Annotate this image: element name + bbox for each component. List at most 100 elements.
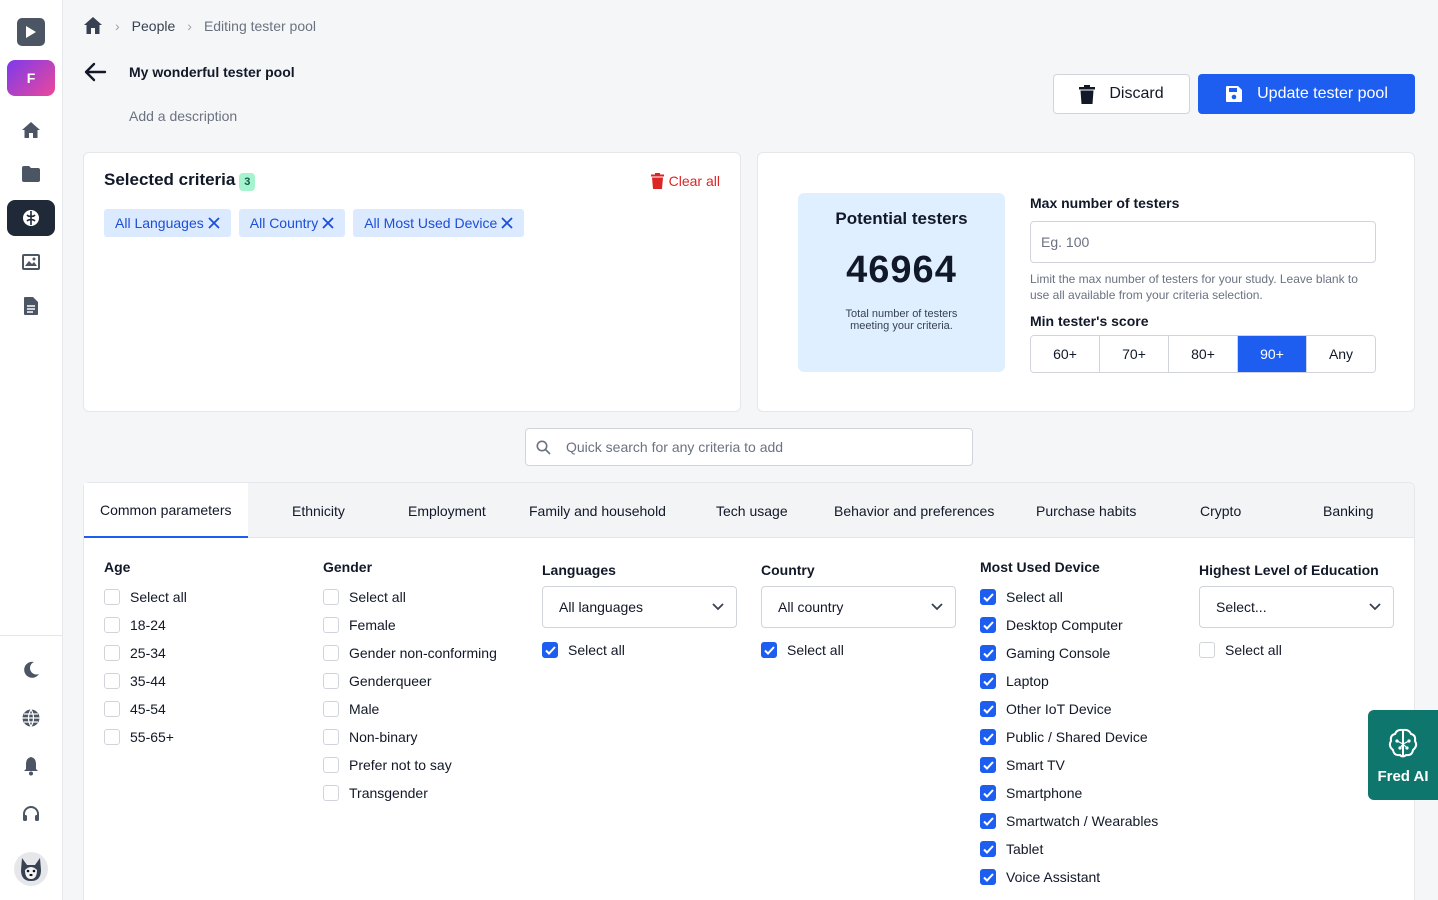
nav-home[interactable]: [7, 112, 55, 148]
nav-people[interactable]: [7, 200, 55, 236]
max-testers-input[interactable]: [1030, 221, 1376, 263]
close-icon[interactable]: [208, 217, 220, 229]
checkbox-checked[interactable]: [980, 701, 996, 717]
checkbox-row[interactable]: Gender non-conforming: [323, 639, 497, 667]
checkbox[interactable]: [323, 617, 339, 633]
nav-gallery[interactable]: [7, 244, 55, 280]
checkbox-row[interactable]: Prefer not to say: [323, 751, 497, 779]
checkbox-row[interactable]: Select all: [980, 583, 1158, 611]
tab-behavior-preferences[interactable]: Behavior and preferences: [834, 483, 994, 538]
min-score-label: Min tester's score: [1030, 313, 1149, 329]
checkbox-row[interactable]: Select all: [104, 583, 187, 611]
checkbox-row[interactable]: Genderqueer: [323, 667, 497, 695]
tab-purchase-habits[interactable]: Purchase habits: [1036, 483, 1136, 538]
checkbox-checked[interactable]: [980, 813, 996, 829]
education-select[interactable]: Select...: [1199, 586, 1394, 628]
nav-documents[interactable]: [7, 288, 55, 324]
back-arrow-icon[interactable]: [83, 60, 107, 84]
checkbox-row[interactable]: Laptop: [980, 667, 1158, 695]
checkbox[interactable]: [323, 729, 339, 745]
checkbox-checked[interactable]: [980, 673, 996, 689]
tab-ethnicity[interactable]: Ethnicity: [292, 483, 345, 538]
checkbox-row[interactable]: Smart TV: [980, 751, 1158, 779]
score-option-selected[interactable]: 90+: [1238, 336, 1307, 372]
checkbox-row[interactable]: Other IoT Device: [980, 695, 1158, 723]
checkbox-row[interactable]: Select all: [542, 636, 737, 664]
checkbox[interactable]: [323, 645, 339, 661]
checkbox-row[interactable]: 55-65+: [104, 723, 187, 751]
pool-title[interactable]: My wonderful tester pool: [129, 64, 295, 80]
checkbox-checked[interactable]: [980, 869, 996, 885]
checkbox-row[interactable]: Public / Shared Device: [980, 723, 1158, 751]
play-logo-icon[interactable]: [17, 18, 45, 46]
search-input[interactable]: [566, 429, 966, 465]
tab-tech-usage[interactable]: Tech usage: [716, 483, 788, 538]
checkbox-row[interactable]: Gaming Console: [980, 639, 1158, 667]
checkbox-row[interactable]: 45-54: [104, 695, 187, 723]
checkbox-row[interactable]: Select all: [1199, 636, 1394, 664]
checkbox-row[interactable]: Transgender: [323, 779, 497, 807]
fred-ai-button[interactable]: Fred AI: [1368, 710, 1438, 800]
score-option[interactable]: 70+: [1100, 336, 1169, 372]
checkbox-checked[interactable]: [761, 642, 777, 658]
checkbox-row[interactable]: Smartwatch / Wearables: [980, 807, 1158, 835]
checkbox-row[interactable]: Female: [323, 611, 497, 639]
checkbox-row[interactable]: Male: [323, 695, 497, 723]
checkbox[interactable]: [104, 589, 120, 605]
theme-toggle[interactable]: [7, 652, 55, 688]
pool-description[interactable]: Add a description: [129, 108, 237, 124]
update-tester-pool-button[interactable]: Update tester pool: [1198, 74, 1415, 114]
languages-select[interactable]: All languages: [542, 586, 737, 628]
checkbox-row[interactable]: 18-24: [104, 611, 187, 639]
checkbox-row[interactable]: Smartphone: [980, 779, 1158, 807]
checkbox[interactable]: [104, 673, 120, 689]
checkbox-row[interactable]: Tablet: [980, 835, 1158, 863]
tab-common-parameters[interactable]: Common parameters: [84, 483, 248, 538]
checkbox-row[interactable]: 25-34: [104, 639, 187, 667]
checkbox[interactable]: [323, 589, 339, 605]
checkbox-checked[interactable]: [542, 642, 558, 658]
country-select[interactable]: All country: [761, 586, 956, 628]
checkbox[interactable]: [104, 729, 120, 745]
support-button[interactable]: [7, 796, 55, 832]
checkbox[interactable]: [323, 785, 339, 801]
checkbox[interactable]: [323, 757, 339, 773]
clear-all-button[interactable]: Clear all: [650, 173, 720, 189]
checkbox-row[interactable]: Desktop Computer: [980, 611, 1158, 639]
workspace-switcher[interactable]: F: [7, 60, 55, 96]
checkbox-checked[interactable]: [980, 729, 996, 745]
checkbox-row[interactable]: Voice Assistant: [980, 863, 1158, 891]
checkbox-checked[interactable]: [980, 589, 996, 605]
home-icon[interactable]: [83, 16, 103, 35]
close-icon[interactable]: [501, 217, 513, 229]
avatar[interactable]: [14, 852, 48, 886]
checkbox[interactable]: [104, 645, 120, 661]
checkbox-row[interactable]: Select all: [761, 636, 956, 664]
score-option[interactable]: 60+: [1031, 336, 1100, 372]
tab-family-household[interactable]: Family and household: [529, 483, 666, 538]
tab-banking[interactable]: Banking: [1323, 483, 1374, 538]
checkbox-checked[interactable]: [980, 841, 996, 857]
checkbox[interactable]: [323, 701, 339, 717]
checkbox-checked[interactable]: [980, 785, 996, 801]
checkbox-row[interactable]: Select all: [323, 583, 497, 611]
checkbox-row[interactable]: 35-44: [104, 667, 187, 695]
checkbox-row[interactable]: Non-binary: [323, 723, 497, 751]
language-button[interactable]: [7, 700, 55, 736]
close-icon[interactable]: [322, 217, 334, 229]
discard-button[interactable]: Discard: [1053, 74, 1190, 114]
checkbox[interactable]: [104, 701, 120, 717]
checkbox[interactable]: [323, 673, 339, 689]
notifications-button[interactable]: [7, 748, 55, 784]
nav-projects[interactable]: [7, 156, 55, 192]
breadcrumb-people[interactable]: People: [132, 18, 176, 34]
checkbox-checked[interactable]: [980, 617, 996, 633]
checkbox[interactable]: [104, 617, 120, 633]
score-option[interactable]: Any: [1307, 336, 1375, 372]
score-option[interactable]: 80+: [1169, 336, 1238, 372]
checkbox[interactable]: [1199, 642, 1215, 658]
checkbox-checked[interactable]: [980, 645, 996, 661]
tab-crypto[interactable]: Crypto: [1200, 483, 1241, 538]
checkbox-checked[interactable]: [980, 757, 996, 773]
tab-employment[interactable]: Employment: [408, 483, 486, 538]
